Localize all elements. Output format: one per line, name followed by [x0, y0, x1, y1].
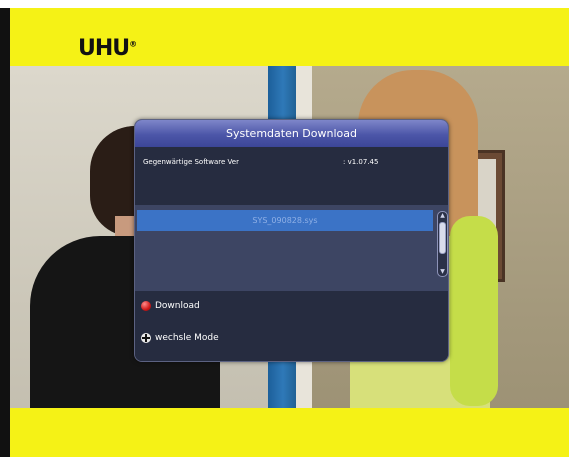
scroll-thumb[interactable] [439, 222, 446, 254]
brand-logo: UHU® [78, 36, 137, 61]
software-version-value: : v1.07.45 [343, 158, 379, 166]
version-info-panel: Gegenwärtige Software Ver : v1.07.45 [135, 147, 448, 205]
download-hint[interactable]: Download [141, 301, 200, 311]
navigation-key-icon [141, 333, 151, 343]
file-list[interactable]: SYS_090828.sys ▲ ▼ [135, 205, 448, 291]
key-hints: Download wechsle Mode [135, 291, 448, 361]
dialog-title: Systemdaten Download [135, 120, 448, 147]
top-banner: UHU® [10, 8, 569, 66]
scroll-down-arrow-icon[interactable]: ▼ [439, 269, 446, 275]
bottom-banner [10, 408, 569, 457]
tv-screen: UHU® Systemdaten Download Gegenwärtige S… [0, 0, 569, 457]
red-key-icon [141, 301, 151, 311]
scroll-up-arrow-icon[interactable]: ▲ [439, 213, 446, 219]
mode-label: wechsle Mode [155, 333, 219, 343]
list-scrollbar[interactable]: ▲ ▼ [437, 211, 448, 277]
mode-hint[interactable]: wechsle Mode [141, 333, 219, 343]
software-version-label: Gegenwärtige Software Ver [143, 158, 239, 166]
scene-woman-arm [450, 216, 498, 406]
file-list-item-selected[interactable]: SYS_090828.sys [137, 210, 433, 231]
left-border [0, 8, 10, 457]
download-label: Download [155, 301, 200, 311]
download-dialog: Systemdaten Download Gegenwärtige Softwa… [134, 119, 449, 362]
